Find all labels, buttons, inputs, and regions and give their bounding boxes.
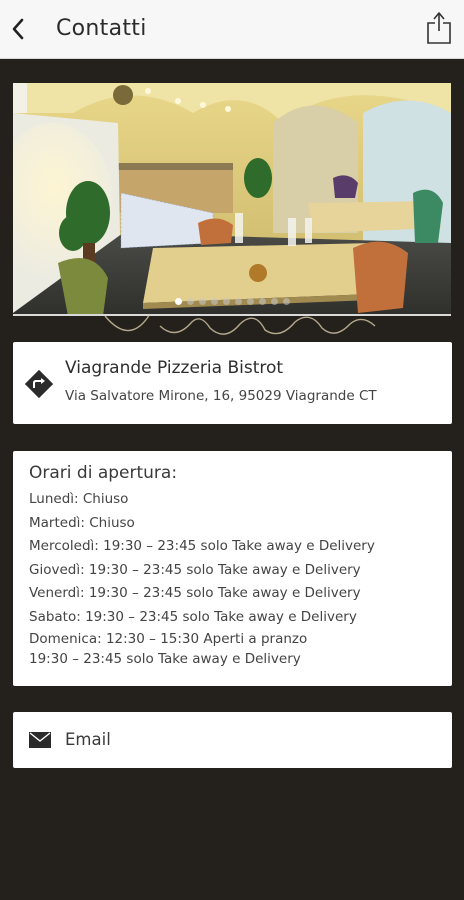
share-icon [427,12,451,44]
opening-hours-title: Orari di apertura: [29,463,178,483]
address-card[interactable]: Viagrande Pizzeria Bistrot Via Salvatore… [13,342,452,424]
restaurant-interior-photo [13,83,451,314]
restaurant-photo-carousel[interactable] [13,83,451,316]
hours-line: Domenica: 12:30 – 15:30 Aperti a pranzo [29,631,308,647]
carousel-dot[interactable] [270,298,278,305]
carousel-dot[interactable] [282,298,290,305]
place-name: Viagrande Pizzeria Bistrot [65,358,284,378]
carousel-dot[interactable] [258,298,266,305]
email-button[interactable]: Email [13,712,452,768]
hours-line: Martedì: Chiuso [29,514,135,531]
hours-line: Lunedì: Chiuso [29,491,129,507]
place-address: Via Salvatore Mirone, 16, 95029 Viagrand… [65,388,377,404]
opening-hours-card: Orari di apertura: Lunedì: Chiuso Marted… [13,451,452,686]
carousel-pagination[interactable] [13,298,451,305]
carousel-dot[interactable] [246,298,254,305]
carousel-dot[interactable] [210,298,218,305]
top-bar: Contatti [0,0,464,59]
page-title: Contatti [56,16,147,41]
hours-line: 19:30 – 23:45 solo Take away e Delivery [29,651,301,667]
hours-line: Venerdì: 19:30 – 23:45 solo Take away e … [29,585,361,601]
carousel-dot[interactable] [174,298,182,305]
back-button[interactable] [6,14,30,44]
directions-icon [25,370,53,398]
mail-icon [29,732,51,748]
hours-line: Mercoledì: 19:30 – 23:45 solo Take away … [29,538,375,554]
hours-line: Giovedì: 19:30 – 23:45 solo Take away e … [29,561,361,578]
email-label: Email [65,730,111,749]
chevron-left-icon [12,18,24,40]
carousel-dot[interactable] [222,298,230,305]
carousel-dot[interactable] [186,298,194,305]
carousel-dot[interactable] [198,298,206,305]
hours-line: Sabato: 19:30 – 23:45 solo Take away e D… [29,608,357,625]
carousel-dot[interactable] [234,298,242,305]
share-button[interactable] [424,10,454,46]
